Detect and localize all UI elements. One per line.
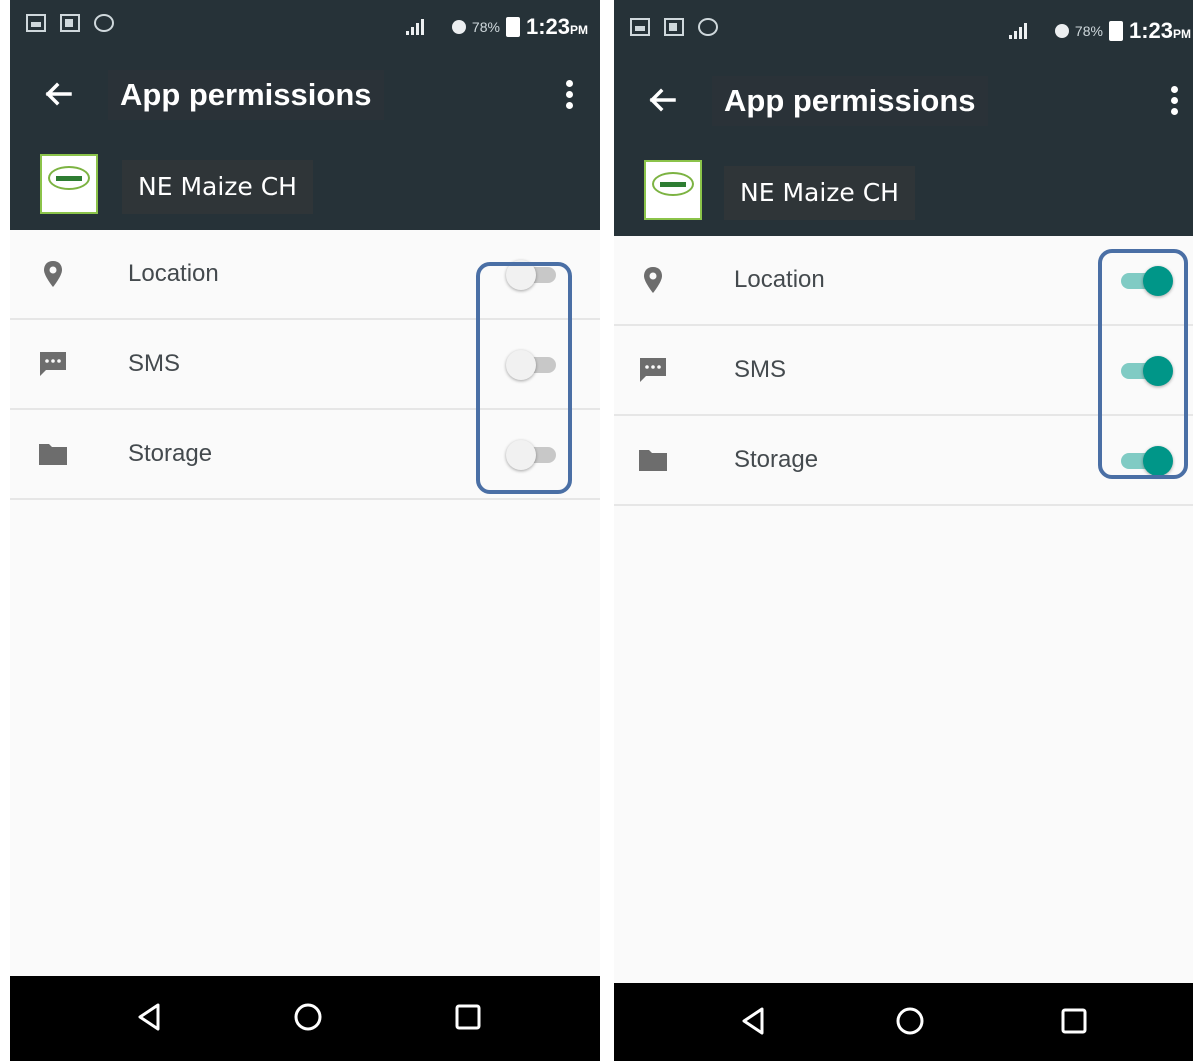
news-notification-icon (664, 18, 684, 36)
permission-label: Location (128, 260, 219, 287)
sms-icon (640, 358, 666, 382)
nav-back-icon[interactable] (130, 997, 170, 1037)
permission-label: Storage (734, 446, 819, 473)
page-title: App permissions (712, 76, 988, 126)
battery-percent: 78% (1074, 23, 1103, 39)
alert-icon (451, 20, 466, 34)
navigation-bar (614, 983, 1193, 1061)
nav-recents-icon[interactable] (1054, 1001, 1094, 1041)
toggles-highlight-box (1098, 249, 1188, 479)
phone-screen-left: 78% 1:23PM App permissions NE Maize CH L… (10, 0, 600, 1061)
signal-icon (1008, 23, 1049, 39)
nav-home-icon[interactable] (890, 1001, 930, 1041)
permission-label: SMS (128, 350, 181, 377)
nav-back-icon[interactable] (734, 1001, 774, 1041)
vpn-notification-icon (698, 18, 718, 36)
permission-label: Location (734, 266, 825, 293)
nav-recents-icon[interactable] (448, 997, 488, 1037)
more-options-icon[interactable] (1171, 86, 1179, 116)
back-arrow-icon[interactable] (644, 82, 680, 118)
image-notification-icon (630, 18, 650, 36)
vpn-notification-icon (94, 14, 114, 32)
nav-home-icon[interactable] (288, 997, 328, 1037)
news-notification-icon (60, 14, 80, 32)
folder-icon (639, 450, 667, 471)
app-header: NE Maize CH (10, 138, 600, 230)
status-clock: 1:23PM (1128, 18, 1191, 43)
toggles-highlight-box (476, 262, 572, 494)
battery-percent: 78% (471, 19, 500, 35)
app-name: NE Maize CH (122, 160, 313, 214)
battery-icon (505, 17, 520, 37)
more-options-icon[interactable] (566, 80, 574, 110)
location-pin-icon (44, 261, 62, 287)
folder-icon (39, 444, 67, 465)
page-title: App permissions (108, 70, 384, 120)
phone-screen-right: 78% 1:23PM App permissions NE Maize CH L… (614, 0, 1193, 1061)
status-clock: 1:23PM (525, 14, 588, 39)
app-bar: App permissions (614, 58, 1193, 144)
signal-icon (405, 19, 446, 35)
battery-icon (1108, 21, 1123, 41)
app-logo (644, 160, 702, 220)
navigation-bar (10, 976, 600, 1061)
location-pin-icon (644, 267, 662, 293)
app-logo (40, 154, 98, 214)
app-bar: App permissions (10, 52, 600, 138)
status-bar: 78% 1:23PM (10, 0, 600, 52)
app-header: NE Maize CH (614, 144, 1193, 236)
status-bar: 78% 1:23PM (614, 0, 1193, 58)
sms-icon (40, 352, 66, 376)
permission-label: Storage (128, 440, 213, 467)
image-notification-icon (26, 14, 46, 32)
permission-label: SMS (734, 356, 787, 383)
back-arrow-icon[interactable] (40, 76, 76, 112)
app-name: NE Maize CH (724, 166, 915, 220)
alert-icon (1054, 24, 1069, 38)
